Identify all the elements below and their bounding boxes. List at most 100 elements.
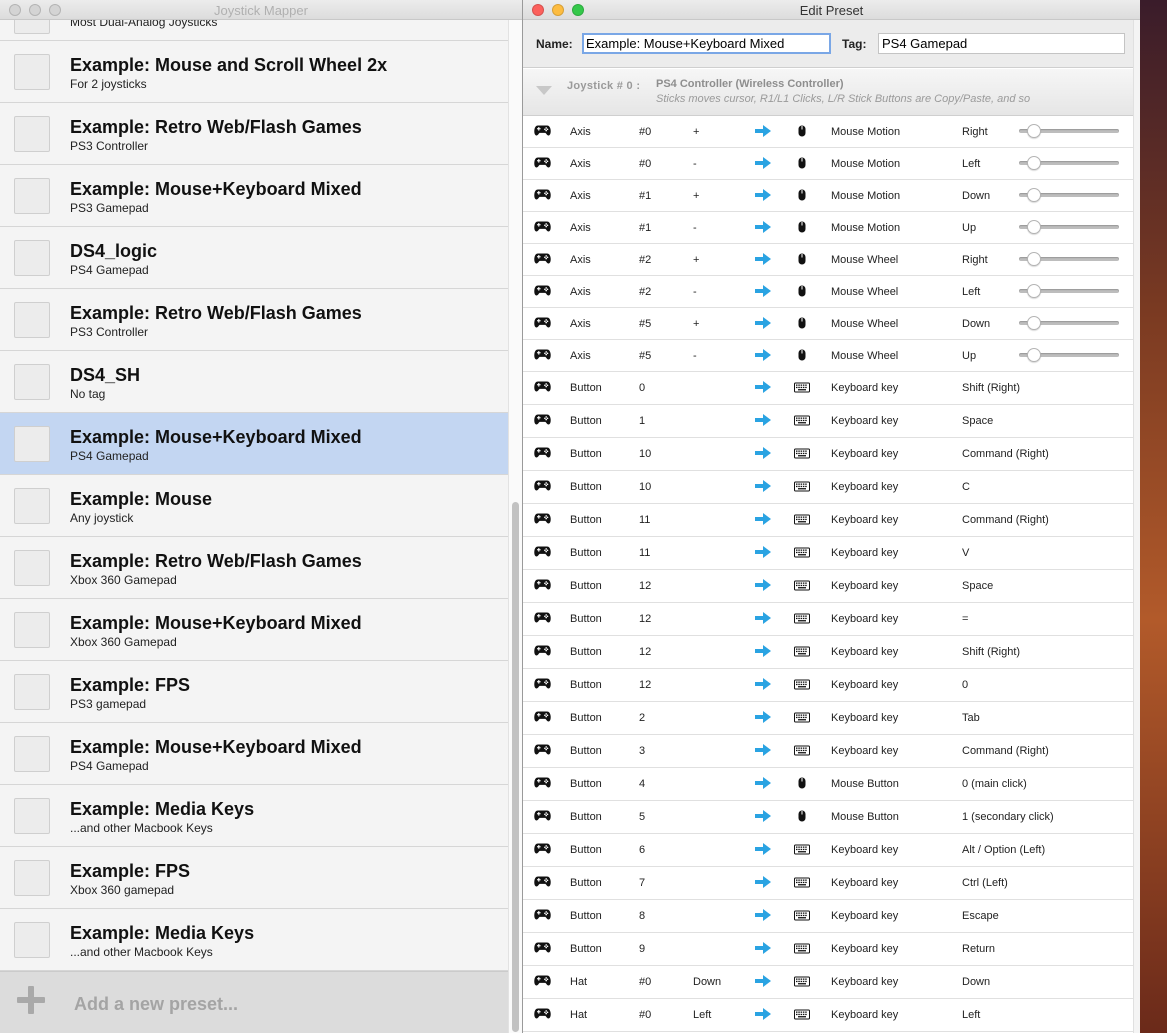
preset-item[interactable]: Example: Mouse+Keyboard Mixed PS3 Gamepad	[0, 165, 508, 227]
speed-slider[interactable]	[1019, 284, 1119, 298]
output-target[interactable]: Mouse Motion	[831, 158, 900, 170]
mapping-row[interactable]: Axis #1 - Mouse Motion Up	[523, 212, 1133, 244]
output-value[interactable]: Command (Right)	[962, 745, 1049, 757]
output-target[interactable]: Mouse Button	[831, 778, 899, 790]
preset-item[interactable]: Example: Mouse and Scroll Wheel 2x For 2 …	[0, 41, 508, 103]
output-target[interactable]: Mouse Motion	[831, 222, 900, 234]
mapping-row[interactable]: Axis #1 + Mouse Motion Down	[523, 180, 1133, 212]
output-value[interactable]: Shift (Right)	[962, 382, 1020, 394]
output-target[interactable]: Keyboard key	[831, 580, 898, 592]
output-value[interactable]: Up	[962, 222, 976, 234]
mapping-row[interactable]: Button 6 Keyboard key Alt / Option (Left)	[523, 834, 1133, 867]
mapping-row[interactable]: Button 12 Keyboard key Shift (Right)	[523, 636, 1133, 669]
slider-knob[interactable]	[1027, 348, 1041, 362]
slider-knob[interactable]	[1027, 220, 1041, 234]
speed-slider[interactable]	[1019, 188, 1119, 202]
output-target[interactable]: Keyboard key	[831, 910, 898, 922]
output-target[interactable]: Keyboard key	[831, 448, 898, 460]
output-target[interactable]: Keyboard key	[831, 679, 898, 691]
speed-slider[interactable]	[1019, 156, 1119, 170]
mapping-row[interactable]: Button 12 Keyboard key 0	[523, 669, 1133, 702]
preset-item[interactable]: Example: Mouse Any joystick	[0, 475, 508, 537]
tag-field[interactable]: PS4 Gamepad	[878, 33, 1125, 54]
slider-knob[interactable]	[1027, 156, 1041, 170]
mapping-row[interactable]: Button 10 Keyboard key Command (Right)	[523, 438, 1133, 471]
output-value[interactable]: =	[962, 613, 968, 625]
output-target[interactable]: Mouse Motion	[831, 190, 900, 202]
slider-knob[interactable]	[1027, 188, 1041, 202]
mapping-row[interactable]: Button 8 Keyboard key Escape	[523, 900, 1133, 933]
preset-item[interactable]: Most Dual-Analog Joysticks	[0, 20, 508, 41]
output-value[interactable]: C	[962, 481, 970, 493]
mapping-row[interactable]: Button 9 Keyboard key Return	[523, 933, 1133, 966]
mapping-row[interactable]: Button 2 Keyboard key Tab	[523, 702, 1133, 735]
output-value[interactable]: Alt / Option (Left)	[962, 844, 1045, 856]
output-target[interactable]: Mouse Motion	[831, 126, 900, 138]
slider-knob[interactable]	[1027, 124, 1041, 138]
output-target[interactable]: Keyboard key	[831, 415, 898, 427]
slider-knob[interactable]	[1027, 252, 1041, 266]
output-value[interactable]: Down	[962, 976, 990, 988]
output-value[interactable]: 0	[962, 679, 968, 691]
output-value[interactable]: Left	[962, 158, 980, 170]
preset-item[interactable]: Example: Retro Web/Flash Games PS3 Contro…	[0, 289, 508, 351]
mapping-row[interactable]: Axis #2 + Mouse Wheel Right	[523, 244, 1133, 276]
mapping-row[interactable]: Button 10 Keyboard key C	[523, 471, 1133, 504]
output-target[interactable]: Keyboard key	[831, 877, 898, 889]
mapping-row[interactable]: Axis #5 + Mouse Wheel Down	[523, 308, 1133, 340]
preset-item[interactable]: Example: Retro Web/Flash Games PS3 Contro…	[0, 103, 508, 165]
output-target[interactable]: Keyboard key	[831, 514, 898, 526]
output-target[interactable]: Keyboard key	[831, 943, 898, 955]
mapping-row[interactable]: Button 0 Keyboard key Shift (Right)	[523, 372, 1133, 405]
output-target[interactable]: Keyboard key	[831, 481, 898, 493]
mapping-row[interactable]: Hat #0 Left Keyboard key Left	[523, 999, 1133, 1032]
speed-slider[interactable]	[1019, 220, 1119, 234]
output-value[interactable]: Escape	[962, 910, 999, 922]
output-value[interactable]: Space	[962, 580, 993, 592]
output-value[interactable]: Left	[962, 286, 980, 298]
output-target[interactable]: Keyboard key	[831, 613, 898, 625]
output-target[interactable]: Mouse Wheel	[831, 350, 898, 362]
output-value[interactable]: Return	[962, 943, 995, 955]
speed-slider[interactable]	[1019, 316, 1119, 330]
preset-item[interactable]: Example: FPS Xbox 360 gamepad	[0, 847, 508, 909]
plus-icon[interactable]	[17, 986, 45, 1014]
mapping-row[interactable]: Axis #2 - Mouse Wheel Left	[523, 276, 1133, 308]
mapping-row[interactable]: Button 11 Keyboard key Command (Right)	[523, 504, 1133, 537]
output-value[interactable]: 1 (secondary click)	[962, 811, 1054, 823]
slider-knob[interactable]	[1027, 316, 1041, 330]
preset-list-scrollbar[interactable]	[508, 20, 522, 1033]
output-target[interactable]: Mouse Button	[831, 811, 899, 823]
add-preset-bar[interactable]: Add a new preset...	[0, 971, 508, 1033]
mapping-row[interactable]: Button 12 Keyboard key =	[523, 603, 1133, 636]
mapping-row[interactable]: Button 12 Keyboard key Space	[523, 570, 1133, 603]
output-value[interactable]: Right	[962, 254, 988, 266]
preset-item[interactable]: Example: Mouse+Keyboard Mixed Xbox 360 Ga…	[0, 599, 508, 661]
output-target[interactable]: Keyboard key	[831, 382, 898, 394]
output-target[interactable]: Keyboard key	[831, 745, 898, 757]
mapping-row[interactable]: Button 7 Keyboard key Ctrl (Left)	[523, 867, 1133, 900]
output-target[interactable]: Keyboard key	[831, 646, 898, 658]
preset-item[interactable]: Example: Media Keys ...and other Macbook …	[0, 785, 508, 847]
output-value[interactable]: Tab	[962, 712, 980, 724]
add-preset-label[interactable]: Add a new preset...	[74, 994, 238, 1015]
preset-item[interactable]: Example: Retro Web/Flash Games Xbox 360 G…	[0, 537, 508, 599]
output-target[interactable]: Mouse Wheel	[831, 254, 898, 266]
output-target[interactable]: Keyboard key	[831, 976, 898, 988]
mapping-row[interactable]: Axis #0 - Mouse Motion Left	[523, 148, 1133, 180]
output-value[interactable]: Ctrl (Left)	[962, 877, 1008, 889]
output-value[interactable]: Space	[962, 415, 993, 427]
output-value[interactable]: Down	[962, 318, 990, 330]
preset-item[interactable]: Example: Mouse+Keyboard Mixed PS4 Gamepad	[0, 413, 508, 475]
output-target[interactable]: Mouse Wheel	[831, 318, 898, 330]
output-target[interactable]: Keyboard key	[831, 712, 898, 724]
preset-item[interactable]: DS4_SH No tag	[0, 351, 508, 413]
disclosure-triangle-icon[interactable]	[536, 86, 552, 95]
mapping-row[interactable]: Hat #0 Down Keyboard key Down	[523, 966, 1133, 999]
mapping-row[interactable]: Axis #0 + Mouse Motion Right	[523, 116, 1133, 148]
mapping-row[interactable]: Axis #5 - Mouse Wheel Up	[523, 340, 1133, 372]
joystick-header[interactable]: Joystick # 0 : PS4 Controller (Wireless …	[523, 69, 1133, 116]
output-value[interactable]: Down	[962, 190, 990, 202]
output-value[interactable]: Command (Right)	[962, 514, 1049, 526]
slider-knob[interactable]	[1027, 284, 1041, 298]
